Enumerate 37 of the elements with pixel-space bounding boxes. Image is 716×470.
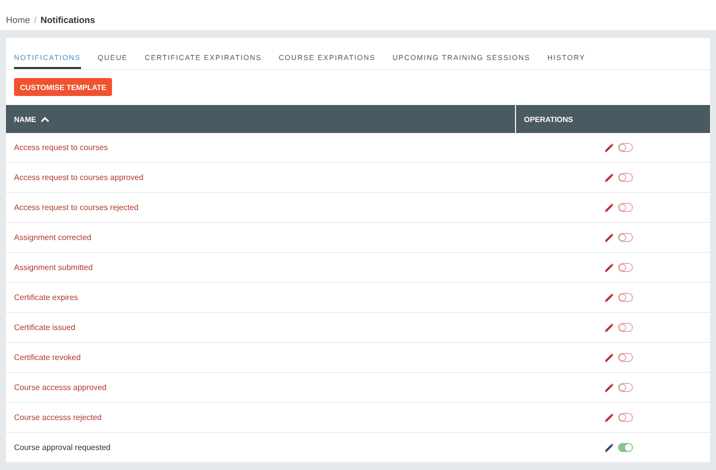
notification-name[interactable]: Certificate expires (14, 293, 78, 302)
pencil-icon[interactable] (604, 412, 614, 422)
sort-ascending-icon (41, 116, 50, 122)
pencil-icon[interactable] (604, 442, 614, 452)
notification-name[interactable]: Access request to courses approved (14, 173, 144, 182)
toggle-switch[interactable] (618, 353, 632, 362)
toggle-switch[interactable] (618, 233, 632, 242)
notification-name[interactable]: Access request to courses rejected (14, 203, 139, 212)
notification-name[interactable]: Course accesss rejected (14, 413, 102, 422)
pencil-icon[interactable] (604, 232, 614, 242)
pencil-icon[interactable] (604, 142, 614, 152)
toggle-switch[interactable] (618, 143, 632, 152)
pencil-icon[interactable] (604, 382, 614, 392)
breadcrumb-separator: / (34, 14, 37, 24)
pencil-icon[interactable] (604, 172, 614, 182)
notification-name[interactable]: Access request to courses (14, 143, 108, 152)
toggle-switch[interactable] (618, 263, 632, 272)
notification-name[interactable]: Certificate revoked (14, 353, 81, 362)
toggle-switch[interactable] (618, 323, 632, 332)
breadcrumb-item[interactable]: Home (6, 14, 30, 24)
toggle-switch[interactable] (618, 383, 632, 392)
toggle-switch[interactable] (618, 443, 632, 452)
toggle-switch[interactable] (618, 413, 632, 422)
pencil-icon[interactable] (604, 352, 614, 362)
notification-name[interactable]: Assignment corrected (14, 233, 92, 242)
pencil-icon[interactable] (604, 202, 614, 212)
breadcrumb-item: Notifications (40, 14, 96, 24)
notification-name[interactable]: Course accesss approved (14, 383, 106, 392)
pencil-icon[interactable] (604, 322, 614, 332)
notification-name[interactable]: Assignment submitted (14, 263, 93, 272)
toggle-switch[interactable] (618, 173, 632, 182)
pencil-icon[interactable] (604, 292, 614, 302)
notification-name[interactable]: Course approval requested (14, 443, 111, 452)
toggle-switch[interactable] (618, 293, 632, 302)
toggle-switch[interactable] (618, 203, 632, 212)
pencil-icon[interactable] (604, 262, 614, 272)
notification-name[interactable]: Certificate issued (14, 323, 76, 332)
